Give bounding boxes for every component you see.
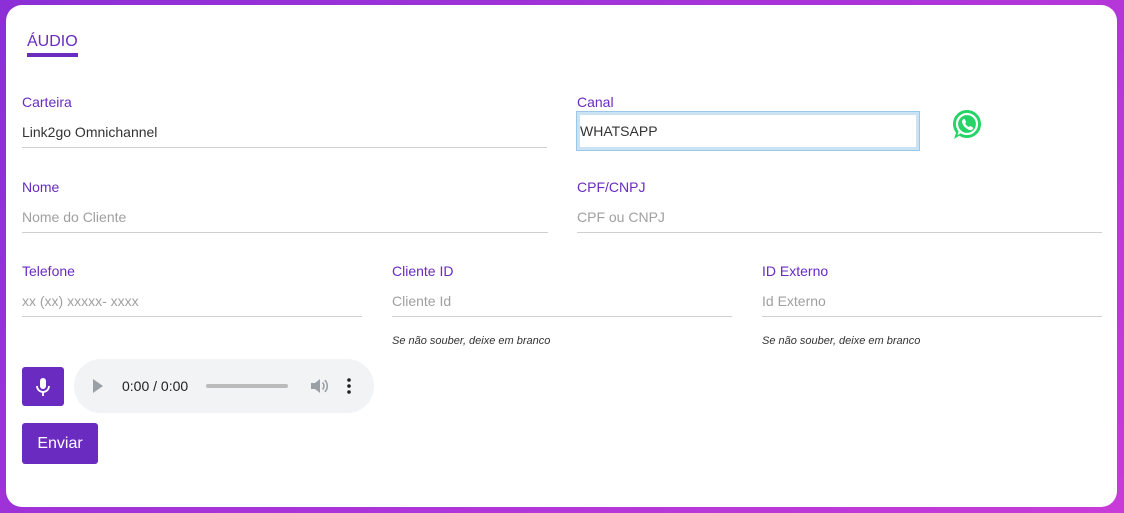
carteira-label: Carteira <box>22 94 72 110</box>
telefone-label: Telefone <box>22 263 75 279</box>
telefone-field-group: Telefone <box>22 263 362 323</box>
volume-icon[interactable] <box>310 376 330 396</box>
canal-field-group: Canal <box>576 94 920 154</box>
audio-player: 0:00 / 0:00 <box>74 359 374 413</box>
id-externo-input[interactable] <box>762 285 1102 317</box>
id-externo-label: ID Externo <box>762 263 829 279</box>
cliente-id-field-group: Cliente ID Se não souber, deixe em branc… <box>392 263 732 353</box>
canal-input[interactable] <box>576 111 920 151</box>
nome-input[interactable] <box>22 201 548 233</box>
cpf-field-group: CPF/CNPJ <box>577 179 1102 239</box>
form-card: ÁUDIO Carteira Canal Nome CPF/CNPJ Telef… <box>6 5 1117 507</box>
cliente-id-input[interactable] <box>392 285 732 317</box>
audio-progress-bar[interactable] <box>206 384 288 388</box>
tab-audio[interactable]: ÁUDIO <box>27 33 78 57</box>
record-audio-button[interactable] <box>22 367 64 406</box>
microphone-icon <box>35 377 51 397</box>
id-externo-hint: Se não souber, deixe em branco <box>762 335 921 347</box>
send-button[interactable]: Enviar <box>22 423 98 464</box>
audio-time: 0:00 / 0:00 <box>122 378 189 394</box>
whatsapp-icon[interactable] <box>949 106 985 142</box>
id-externo-field-group: ID Externo Se não souber, deixe em branc… <box>762 263 1102 353</box>
nome-label: Nome <box>22 179 60 195</box>
cliente-id-hint: Se não souber, deixe em branco <box>392 335 551 347</box>
canal-label: Canal <box>577 94 614 110</box>
cpf-input[interactable] <box>577 201 1102 233</box>
play-icon[interactable] <box>92 376 112 396</box>
more-options-icon[interactable] <box>344 376 354 396</box>
cliente-id-label: Cliente ID <box>392 263 454 279</box>
telefone-input[interactable] <box>22 285 362 317</box>
carteira-field-group: Carteira <box>22 94 547 154</box>
cpf-label: CPF/CNPJ <box>577 179 646 195</box>
nome-field-group: Nome <box>22 179 548 239</box>
carteira-input[interactable] <box>22 116 547 148</box>
